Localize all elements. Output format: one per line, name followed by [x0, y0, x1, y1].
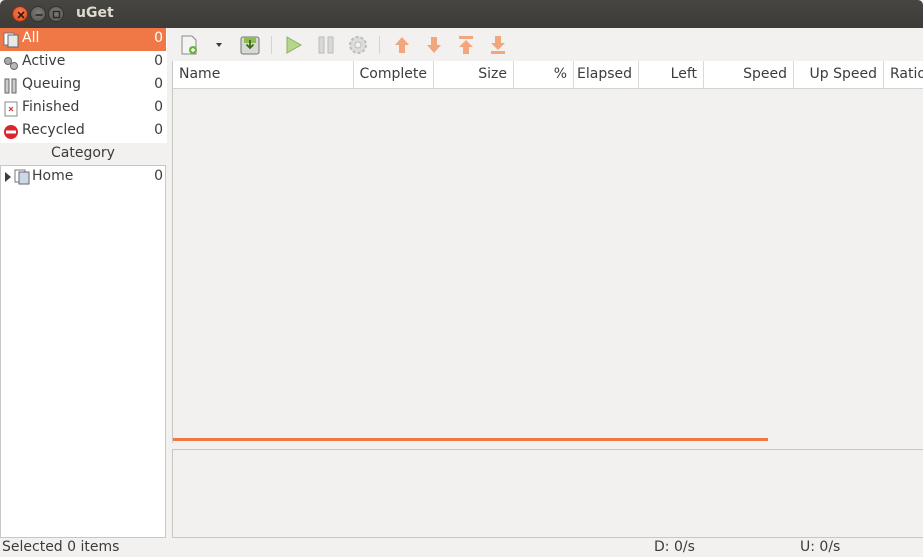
state-count: 0 [154, 76, 163, 92]
state-label: Active [22, 53, 66, 69]
finished-file-icon [4, 101, 18, 117]
minimize-icon [35, 14, 43, 16]
column-ratio[interactable]: Ratio [884, 61, 923, 88]
state-count: 0 [154, 122, 163, 138]
sidebar: All 0 Active 0 Queuing 0 Finished 0 Recy… [0, 28, 167, 538]
toolbar-separator [271, 36, 272, 54]
new-download-icon[interactable] [178, 33, 202, 57]
column-name[interactable]: Name [173, 61, 354, 88]
state-item-active[interactable]: Active 0 [0, 51, 166, 74]
maximize-icon [52, 10, 61, 19]
dropdown-arrow-icon[interactable] [208, 33, 232, 57]
state-count: 0 [154, 53, 163, 69]
column-speed[interactable]: Speed [704, 61, 794, 88]
toolbar [172, 28, 923, 61]
column-up-speed[interactable]: Up Speed [794, 61, 884, 88]
properties-gear-icon[interactable] [346, 33, 370, 57]
state-count: 0 [154, 99, 163, 115]
state-label: All [22, 30, 40, 46]
state-label: Finished [22, 99, 80, 115]
queuing-pause-icon [4, 78, 17, 94]
category-header: Category [51, 145, 115, 161]
all-downloads-icon [3, 32, 19, 48]
status-selected: Selected 0 items [2, 539, 120, 555]
state-count: 0 [154, 30, 163, 46]
save-download-icon[interactable] [238, 33, 262, 57]
state-item-recycled[interactable]: Recycled 0 [0, 120, 166, 143]
column-elapsed[interactable]: Elapsed [574, 61, 639, 88]
column-complete[interactable]: Complete [354, 61, 434, 88]
move-bottom-icon[interactable] [486, 33, 510, 57]
start-play-icon[interactable] [281, 33, 305, 57]
column-header-row: Name Complete Size % Elapsed Left Speed … [173, 61, 923, 89]
category-item-home[interactable]: Home 0 [1, 166, 165, 189]
window-title: uGet [76, 5, 114, 21]
status-upload-speed: U: 0/s [800, 539, 841, 555]
status-download-speed: D: 0/s [654, 539, 695, 555]
status-bar: Selected 0 items D: 0/s U: 0/s [0, 538, 923, 557]
recycled-no-entry-icon [4, 125, 18, 139]
move-down-icon[interactable] [422, 33, 446, 57]
toolbar-separator [379, 36, 380, 54]
column-size[interactable]: Size [434, 61, 514, 88]
close-icon [17, 11, 25, 19]
column-percent[interactable]: % [514, 61, 574, 88]
minimize-window-button[interactable] [30, 6, 46, 22]
state-label: Queuing [22, 76, 82, 92]
pause-icon[interactable] [314, 33, 338, 57]
state-item-finished[interactable]: Finished 0 [0, 97, 166, 120]
category-list: Home 0 [0, 165, 166, 538]
expand-arrow-icon[interactable] [4, 172, 12, 182]
state-item-all[interactable]: All 0 [0, 28, 166, 51]
move-up-icon[interactable] [390, 33, 414, 57]
state-item-queuing[interactable]: Queuing 0 [0, 74, 166, 97]
state-label: Recycled [22, 122, 85, 138]
category-label: Home [32, 168, 74, 184]
detail-pane [172, 449, 923, 538]
category-folder-icon [14, 169, 30, 185]
maximize-window-button[interactable] [48, 6, 64, 22]
download-list[interactable]: Name Complete Size % Elapsed Left Speed … [172, 61, 923, 443]
state-list: All 0 Active 0 Queuing 0 Finished 0 Recy… [0, 28, 167, 143]
active-gears-icon [4, 57, 18, 70]
category-count: 0 [154, 168, 163, 184]
close-window-button[interactable] [12, 6, 28, 22]
title-bar: uGet [0, 0, 923, 28]
horizontal-scrollbar[interactable] [173, 438, 768, 441]
column-left[interactable]: Left [639, 61, 704, 88]
move-top-icon[interactable] [454, 33, 478, 57]
